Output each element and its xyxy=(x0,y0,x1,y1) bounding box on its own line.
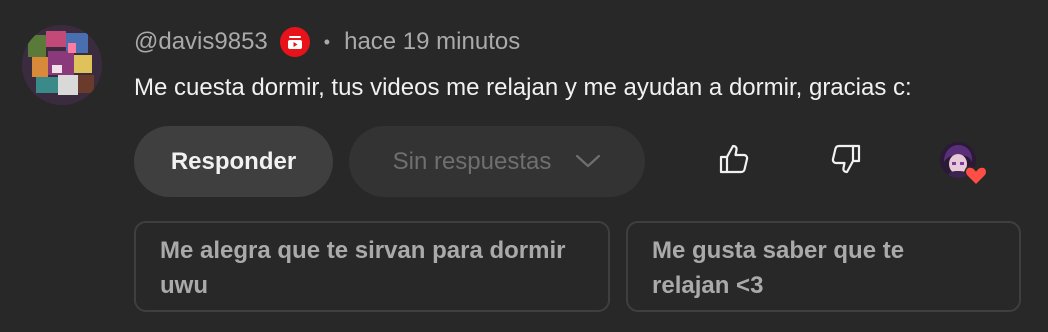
youtube-creator-badge-icon xyxy=(279,27,310,57)
suggested-reply-1-line-1: Me alegra que te sirvan para dormir xyxy=(160,237,566,264)
suggested-reply-2-line-1: Me gusta saber que te xyxy=(652,237,905,264)
thumbs-up-icon xyxy=(717,142,751,181)
suggested-reply-2-line-2: relajan <3 xyxy=(652,272,764,299)
suggested-reply-1[interactable]: Me alegra que te sirvan para dormir uwu xyxy=(134,221,610,312)
thumbs-down-icon xyxy=(829,142,863,181)
dislike-button[interactable] xyxy=(822,137,870,185)
comment-text: Me cuesta dormir, tus videos me relajan … xyxy=(134,74,912,101)
creator-heart-button[interactable] xyxy=(940,142,988,190)
reply-button-label: Responder xyxy=(170,147,297,175)
suggested-reply-2[interactable]: Me gusta saber que te relajan <3 xyxy=(626,221,1021,312)
replies-button-label: Sin respuestas xyxy=(392,147,552,175)
meta-separator: • xyxy=(323,31,331,52)
commenter-handle[interactable]: @davis9853 xyxy=(134,28,268,56)
suggested-reply-1-line-2: uwu xyxy=(160,272,208,299)
reply-button[interactable]: Responder xyxy=(134,126,333,197)
commenter-avatar[interactable] xyxy=(22,25,102,105)
comment-timestamp[interactable]: hace 19 minutos xyxy=(344,28,520,56)
comment-card: @davis9853 • hace 19 minutos Me cuesta d… xyxy=(0,0,1048,332)
chevron-down-icon xyxy=(575,148,601,176)
comment-meta: @davis9853 • hace 19 minutos xyxy=(134,26,520,58)
like-button[interactable] xyxy=(710,137,758,185)
creator-heart-icon xyxy=(964,164,988,191)
replies-dropdown-button[interactable]: Sin respuestas xyxy=(349,126,645,197)
